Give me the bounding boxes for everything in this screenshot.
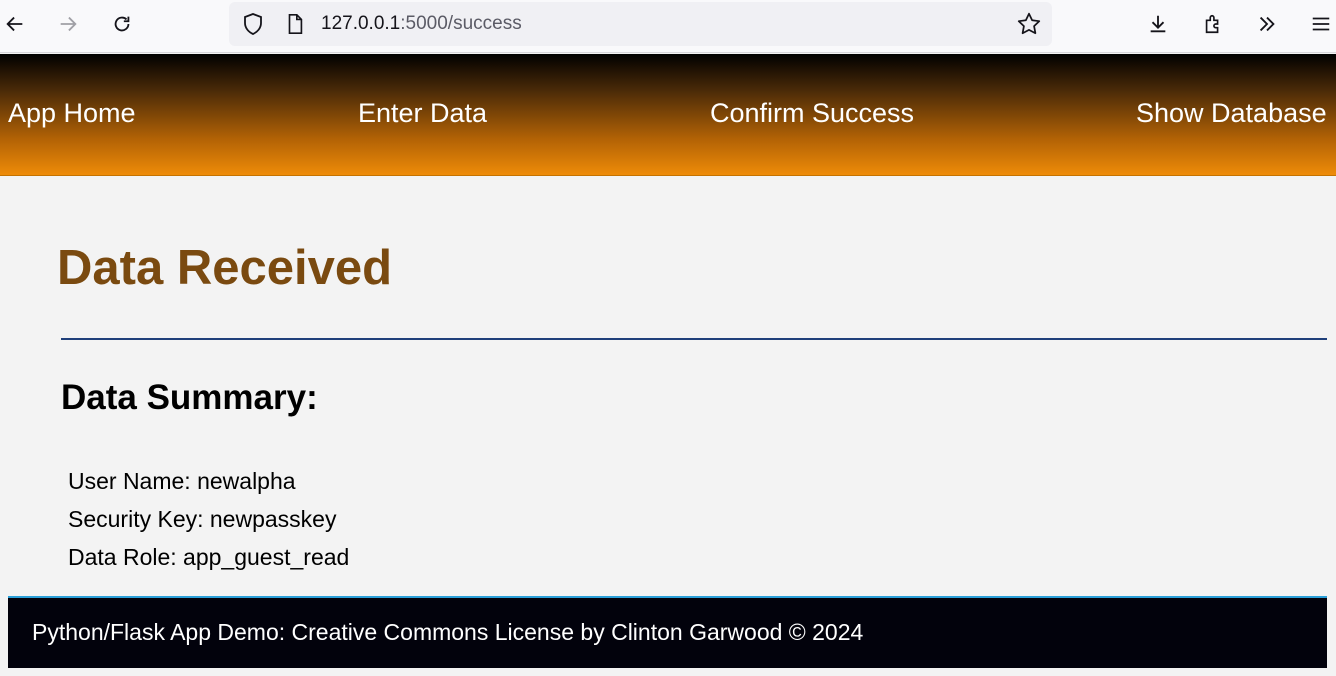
nav-enter-data[interactable]: Enter Data: [358, 98, 487, 129]
extensions-icon[interactable]: [1198, 9, 1228, 39]
browser-toolbar: 127.0.0.1:5000/success: [0, 0, 1336, 53]
summary-security-key: Security Key: newpasskey: [68, 506, 337, 532]
summary-data-role: Data Role: app_guest_read: [68, 544, 350, 570]
site-nav: App Home Enter Data Confirm Success Show…: [0, 54, 1336, 176]
divider: [61, 338, 1327, 340]
url-bar[interactable]: 127.0.0.1:5000/success: [229, 2, 1052, 46]
page-title: Data Received: [57, 241, 393, 295]
nav-app-home[interactable]: App Home: [8, 98, 136, 129]
nav-show-database[interactable]: Show Database: [1136, 98, 1327, 129]
summary-heading: Data Summary:: [61, 378, 318, 417]
menu-icon[interactable]: [1306, 9, 1336, 39]
back-icon[interactable]: [0, 9, 30, 39]
page-icon[interactable]: [284, 12, 306, 36]
download-icon[interactable]: [1143, 9, 1173, 39]
forward-icon[interactable]: [53, 9, 83, 39]
footer-text: Python/Flask App Demo: Creative Commons …: [32, 619, 864, 645]
reload-icon[interactable]: [107, 9, 137, 39]
summary-list: User Name: newalpha Security Key: newpas…: [68, 462, 349, 576]
url-text[interactable]: 127.0.0.1:5000/success: [321, 13, 522, 35]
star-icon[interactable]: [1016, 11, 1042, 37]
shield-icon[interactable]: [241, 12, 265, 36]
nav-confirm-success[interactable]: Confirm Success: [710, 98, 914, 129]
footer: Python/Flask App Demo: Creative Commons …: [8, 596, 1327, 668]
summary-user-name: User Name: newalpha: [68, 468, 296, 494]
overflow-icon[interactable]: [1252, 9, 1282, 39]
